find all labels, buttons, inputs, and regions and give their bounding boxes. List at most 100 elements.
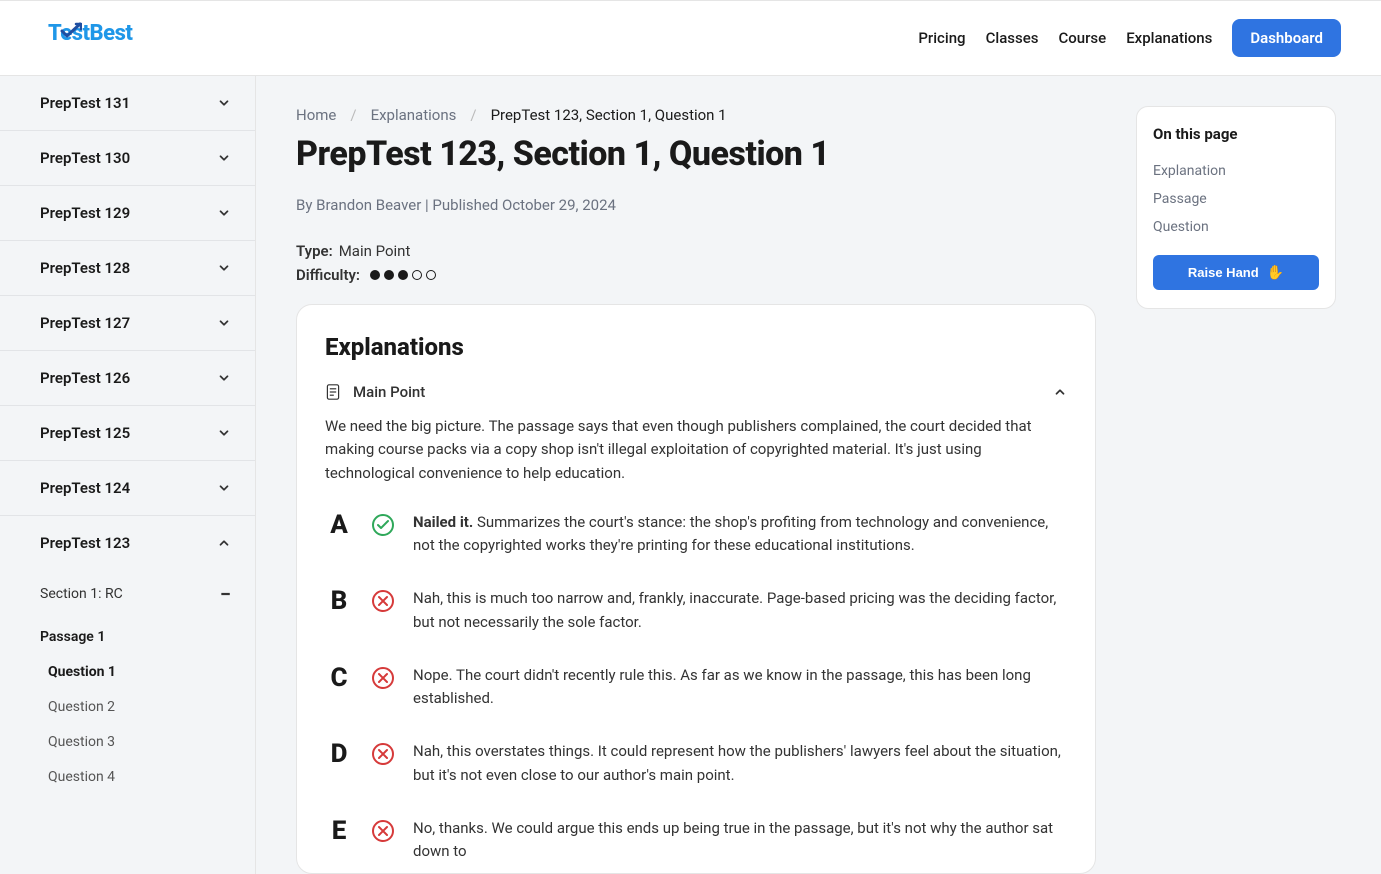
sidebar-item-label: PrepTest 123 xyxy=(40,534,130,552)
sidebar-item-preptest-130[interactable]: PrepTest 130 xyxy=(0,131,255,186)
breadcrumb-explanations[interactable]: Explanations xyxy=(371,106,457,124)
logo[interactable]: Test Best xyxy=(48,21,82,56)
sidebar-item-preptest-123[interactable]: PrepTest 123 xyxy=(0,516,255,570)
choice-text: No, thanks. We could argue this ends up … xyxy=(413,817,1067,864)
nav-course[interactable]: Course xyxy=(1058,29,1106,47)
card-heading: Explanations xyxy=(325,333,1067,361)
nav: Pricing Classes Course Explanations Dash… xyxy=(918,19,1341,57)
accordion-title: Main Point xyxy=(353,383,425,401)
sidebar-item-label: PrepTest 130 xyxy=(40,149,130,167)
chevron-down-icon xyxy=(217,426,231,440)
sidebar-question-label: Question 2 xyxy=(48,699,115,715)
choice-b: B Nah, this is much too narrow and, frank… xyxy=(325,587,1067,634)
sidebar-item-label: PrepTest 128 xyxy=(40,259,130,277)
logo-check-icon xyxy=(60,22,82,40)
sidebar-item-label: PrepTest 131 xyxy=(40,94,130,112)
sidebar-item-label: PrepTest 127 xyxy=(40,314,130,332)
sidebar-item-preptest-126[interactable]: PrepTest 126 xyxy=(0,351,255,406)
content: Home / Explanations / PrepTest 123, Sect… xyxy=(296,106,1096,874)
difficulty-dot xyxy=(426,270,436,280)
difficulty-dots xyxy=(370,270,436,280)
difficulty-dot xyxy=(412,270,422,280)
type-row: Type: Main Point xyxy=(296,242,1096,260)
sidebar-item-preptest-131[interactable]: PrepTest 131 xyxy=(0,76,255,131)
chevron-down-icon xyxy=(217,151,231,165)
difficulty-row: Difficulty: xyxy=(296,266,1096,284)
breadcrumb: Home / Explanations / PrepTest 123, Sect… xyxy=(296,106,1096,124)
chevron-down-icon xyxy=(217,261,231,275)
choice-letter: A xyxy=(325,511,353,540)
sidebar-section-label: Section 1: RC xyxy=(40,586,123,602)
difficulty-dot xyxy=(398,270,408,280)
choice-text: Nah, this overstates things. It could re… xyxy=(413,740,1067,787)
breadcrumb-home[interactable]: Home xyxy=(296,106,336,124)
sidebar-item-label: PrepTest 124 xyxy=(40,479,130,497)
sidebar-item-label: PrepTest 129 xyxy=(40,204,130,222)
explanations-card: Explanations Main Point We need the big … xyxy=(296,304,1096,874)
accordion-body: We need the big picture. The passage say… xyxy=(325,415,1067,505)
accordion-main-point[interactable]: Main Point xyxy=(325,383,1067,415)
difficulty-label: Difficulty: xyxy=(296,266,360,284)
rail-links: Explanation Passage Question xyxy=(1153,157,1319,241)
choice-d: D Nah, this overstates things. It could r… xyxy=(325,740,1067,787)
choice-text: Nope. The court didn't recently rule thi… xyxy=(413,664,1067,711)
sidebar-item-preptest-124[interactable]: PrepTest 124 xyxy=(0,461,255,516)
logo-text-2: Best xyxy=(90,21,133,46)
chevron-down-icon xyxy=(217,316,231,330)
sidebar: PrepTest 131 PrepTest 130 PrepTest 129 P… xyxy=(0,76,256,874)
sidebar-question-3[interactable]: Question 3 xyxy=(0,723,255,758)
sidebar-question-2[interactable]: Question 2 xyxy=(0,688,255,723)
sidebar-item-label: PrepTest 126 xyxy=(40,369,130,387)
sidebar-item-preptest-127[interactable]: PrepTest 127 xyxy=(0,296,255,351)
sidebar-item-preptest-128[interactable]: PrepTest 128 xyxy=(0,241,255,296)
x-circle-icon xyxy=(371,819,395,843)
choice-c: C Nope. The court didn't recently rule th… xyxy=(325,664,1067,711)
sidebar-question-label: Question 3 xyxy=(48,734,115,750)
breadcrumb-sep-icon: / xyxy=(470,106,476,124)
sidebar-question-4[interactable]: Question 4 xyxy=(0,758,255,793)
difficulty-dot xyxy=(370,270,380,280)
sidebar-question-label: Question 1 xyxy=(48,664,116,680)
sidebar-question-label: Question 4 xyxy=(48,769,115,785)
x-circle-icon xyxy=(371,589,395,613)
chevron-up-icon xyxy=(1053,385,1067,399)
page-title: PrepTest 123, Section 1, Question 1 xyxy=(296,134,1096,174)
raise-hand-button[interactable]: Raise Hand ✋ xyxy=(1153,255,1319,290)
difficulty-dot xyxy=(384,270,394,280)
type-value: Main Point xyxy=(339,242,411,260)
sidebar-passage-label: Passage 1 xyxy=(40,629,105,645)
choice-letter: B xyxy=(325,587,353,616)
chevron-down-icon xyxy=(217,371,231,385)
choice-e: E No, thanks. We could argue this ends up… xyxy=(325,817,1067,864)
rail-link-question[interactable]: Question xyxy=(1153,213,1319,241)
choice-letter: E xyxy=(325,817,353,846)
byline: By Brandon Beaver | Published October 29… xyxy=(296,196,1096,214)
sidebar-section[interactable]: Section 1: RC − xyxy=(0,570,255,618)
hand-icon: ✋ xyxy=(1267,264,1284,281)
sidebar-passage[interactable]: Passage 1 xyxy=(0,618,255,653)
dashboard-button[interactable]: Dashboard xyxy=(1232,19,1341,57)
main: Home / Explanations / PrepTest 123, Sect… xyxy=(256,76,1381,874)
nav-explanations[interactable]: Explanations xyxy=(1126,29,1212,47)
sidebar-item-preptest-129[interactable]: PrepTest 129 xyxy=(0,186,255,241)
choice-letter: D xyxy=(325,740,353,769)
choice-text: Nah, this is much too narrow and, frankl… xyxy=(413,587,1067,634)
choice-a: ANailed it. Summarizes the court's stanc… xyxy=(325,511,1067,558)
chevron-down-icon xyxy=(217,481,231,495)
breadcrumb-sep-icon: / xyxy=(350,106,356,124)
choices: ANailed it. Summarizes the court's stanc… xyxy=(325,511,1067,864)
raise-hand-label: Raise Hand xyxy=(1188,265,1259,280)
minus-icon: − xyxy=(220,582,231,606)
chevron-down-icon xyxy=(217,206,231,220)
chevron-down-icon xyxy=(217,96,231,110)
sidebar-item-label: PrepTest 125 xyxy=(40,424,130,442)
choice-letter: C xyxy=(325,664,353,693)
on-this-page-rail: On this page Explanation Passage Questio… xyxy=(1136,106,1336,309)
sidebar-item-preptest-125[interactable]: PrepTest 125 xyxy=(0,406,255,461)
nav-pricing[interactable]: Pricing xyxy=(918,29,965,47)
nav-classes[interactable]: Classes xyxy=(986,29,1039,47)
rail-link-passage[interactable]: Passage xyxy=(1153,185,1319,213)
rail-link-explanation[interactable]: Explanation xyxy=(1153,157,1319,185)
type-label: Type: xyxy=(296,242,333,260)
sidebar-question-1[interactable]: Question 1 xyxy=(0,653,255,688)
